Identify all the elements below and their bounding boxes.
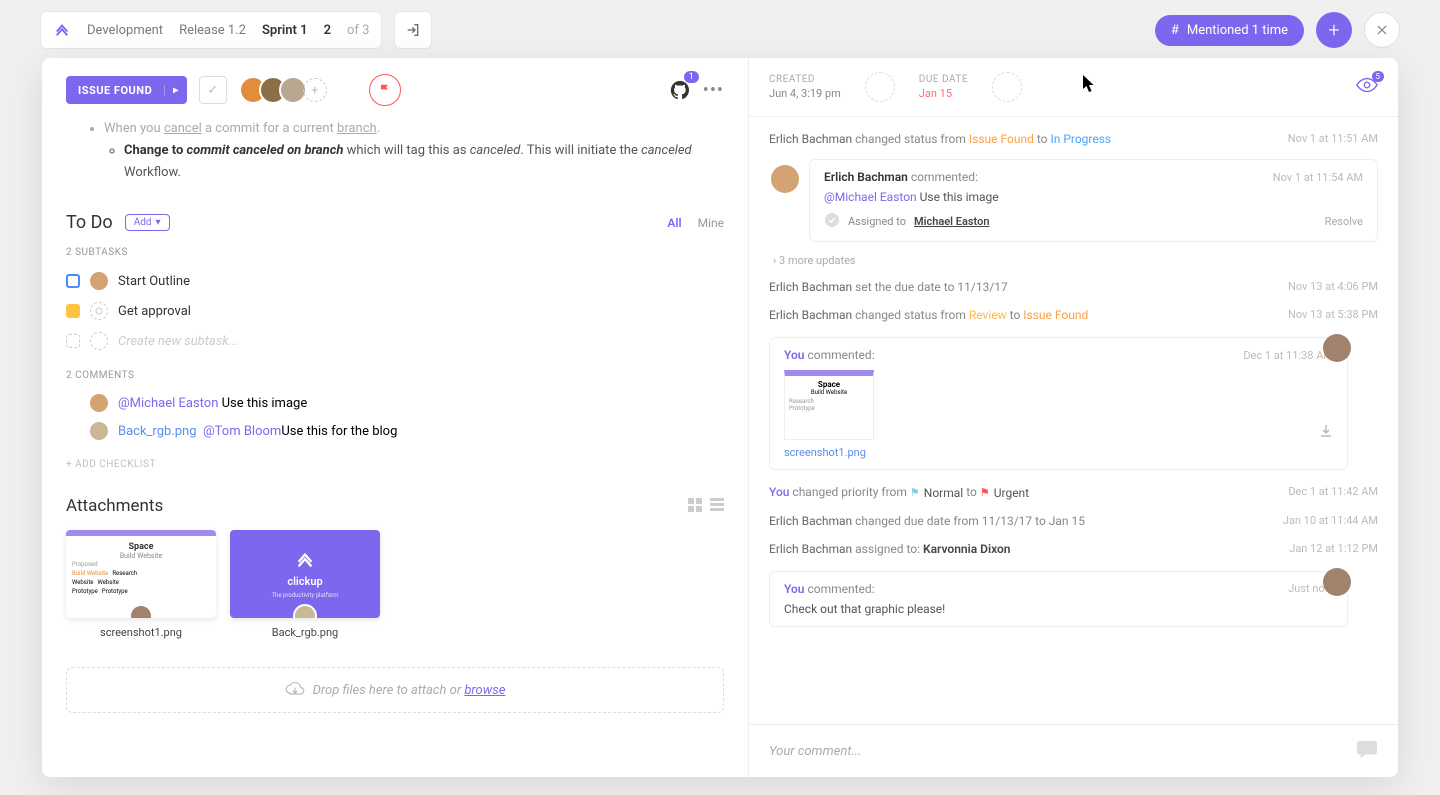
add-assignee-button[interactable]: +	[303, 78, 327, 102]
mention-link[interactable]: @Michael Easton	[824, 190, 917, 204]
activity-row: Erlich Bachman changed status from Issue…	[769, 125, 1378, 153]
send-comment-icon[interactable]	[1356, 739, 1378, 763]
comment-input-row[interactable]: Your comment...	[749, 724, 1398, 777]
priority-flag-button[interactable]	[369, 74, 401, 106]
filter-all-tab[interactable]: All	[667, 216, 681, 230]
activity-comment[interactable]: You commented: Dec 1 at 11:38 AM Space B…	[769, 337, 1348, 470]
assignee-avatars[interactable]: +	[247, 76, 327, 104]
subtask-label: Get approval	[118, 304, 191, 319]
attachment-uploader-avatar	[129, 604, 153, 618]
watchers-button[interactable]: 5	[1356, 77, 1378, 97]
status-button[interactable]: ISSUE FOUND ▸	[66, 76, 187, 104]
clickup-logo-icon	[53, 21, 71, 39]
more-menu-icon[interactable]: •••	[703, 80, 724, 101]
activity-row: Erlich Bachman set the due date to 11/13…	[769, 273, 1378, 301]
attachment-card[interactable]: Space Build Website Proposed Build Websi…	[66, 530, 216, 639]
task-modal: ISSUE FOUND ▸ ✓ + 1 •••	[42, 58, 1398, 777]
more-updates-toggle[interactable]: › 3 more updates	[769, 248, 1378, 273]
add-button[interactable]: +	[1316, 12, 1352, 48]
breadcrumb-space[interactable]: Development	[87, 23, 163, 38]
breadcrumb-index: 2	[324, 23, 331, 38]
file-link[interactable]: screenshot1.png	[784, 446, 866, 459]
comment-row[interactable]: Back_rgb.png @Tom BloomUse this for the …	[66, 417, 724, 445]
activity-comment[interactable]: Erlich Bachman commented: Nov 1 at 11:54…	[809, 159, 1378, 242]
subtasks-heading: 2 SUBTASKS	[66, 247, 724, 258]
subtask-status-icon[interactable]	[66, 274, 80, 288]
new-subtask-input[interactable]: Create new subtask...	[66, 326, 724, 356]
activity-row: Erlich Bachman assigned to: Karvonnia Di…	[769, 535, 1378, 563]
breadcrumb-total: of 3	[347, 23, 369, 38]
new-subtask-assignee-icon	[90, 332, 108, 350]
complete-checkbox[interactable]: ✓	[199, 76, 227, 104]
resolve-button[interactable]: Resolve	[1325, 215, 1363, 228]
attachment-name: screenshot1.png	[66, 626, 216, 639]
meta-placeholder-icon[interactable]	[992, 72, 1022, 102]
breadcrumb-release[interactable]: Release 1.2	[179, 23, 246, 38]
breadcrumb[interactable]: Development Release 1.2 Sprint 1 2 of 3	[40, 11, 382, 49]
activity-comment[interactable]: You commented: Just now Check out that g…	[769, 571, 1348, 627]
breadcrumb-sprint[interactable]: Sprint 1	[262, 23, 308, 38]
flag-icon: ⚑	[980, 486, 990, 499]
subtask-assignee-avatar[interactable]	[90, 272, 108, 290]
comment-avatar	[1323, 568, 1351, 596]
subtask-row[interactable]: Start Outline	[66, 266, 724, 296]
hash-icon: #	[1171, 23, 1179, 38]
browse-link[interactable]: browse	[464, 683, 505, 698]
github-badge: 1	[684, 71, 699, 83]
assigned-icon	[824, 212, 840, 231]
mentioned-pill[interactable]: # Mentioned 1 time	[1155, 15, 1304, 46]
attachment-card[interactable]: clickup The productivity platform Back_r…	[230, 530, 380, 639]
download-icon[interactable]	[1319, 424, 1333, 441]
subtask-label: Start Outline	[118, 274, 190, 289]
comment-input[interactable]: Your comment...	[769, 744, 1356, 759]
mentioned-label: Mentioned 1 time	[1187, 23, 1288, 38]
mention-link[interactable]: @Tom Bloom	[203, 424, 281, 439]
subtask-assignee-empty-icon[interactable]	[90, 302, 108, 320]
comment-avatar	[90, 394, 108, 412]
list-view-icon[interactable]	[710, 497, 724, 516]
flag-icon: ⚑	[910, 486, 920, 499]
grid-view-icon[interactable]	[688, 497, 702, 516]
due-date-meta[interactable]: DUE DATE Jan 15	[919, 74, 968, 100]
subtask-row[interactable]: Get approval	[66, 296, 724, 326]
todo-title: To Do	[66, 212, 113, 233]
assigned-user-link[interactable]: Michael Easton	[914, 215, 989, 228]
status-label: ISSUE FOUND	[66, 84, 164, 97]
watchers-badge: 5	[1372, 71, 1385, 82]
close-button[interactable]	[1364, 12, 1400, 48]
chevron-down-icon: ▾	[156, 217, 161, 228]
new-subtask-status-icon	[66, 334, 80, 348]
activity-feed[interactable]: Erlich Bachman changed status from Issue…	[749, 117, 1398, 724]
activity-row: You changed priority from ⚑ Normal to ⚑ …	[769, 478, 1378, 507]
github-icon[interactable]: 1	[669, 79, 691, 101]
mention-link[interactable]: @Michael Easton	[118, 396, 218, 411]
created-meta: CREATED Jun 4, 3:19 pm	[769, 74, 841, 100]
comment-row[interactable]: @Michael Easton Use this image	[66, 389, 724, 417]
attachment-name: Back_rgb.png	[230, 626, 380, 639]
subtask-status-icon[interactable]	[66, 304, 80, 318]
status-caret-icon[interactable]: ▸	[164, 85, 187, 96]
filter-mine-tab[interactable]: Mine	[698, 216, 724, 230]
add-checklist-button[interactable]: + ADD CHECKLIST	[66, 459, 724, 470]
comment-avatar	[90, 422, 108, 440]
time-tracked-placeholder-icon[interactable]	[865, 72, 895, 102]
task-left-panel: ISSUE FOUND ▸ ✓ + 1 •••	[42, 58, 748, 777]
activity-row: Erlich Bachman changed due date from 11/…	[769, 507, 1378, 535]
attachment-thumbnail[interactable]: Space Build Website Research Prototype	[784, 370, 874, 440]
activity-row: Erlich Bachman changed status from Revie…	[769, 301, 1378, 329]
file-link[interactable]: Back_rgb.png	[118, 424, 197, 439]
attachment-dropzone[interactable]: Drop files here to attach or browse	[66, 667, 724, 713]
exit-task-button[interactable]	[394, 11, 432, 49]
task-activity-panel: CREATED Jun 4, 3:19 pm DUE DATE Jan 15 5…	[748, 58, 1398, 777]
add-todo-button[interactable]: Add ▾	[125, 214, 170, 231]
comment-avatar	[771, 165, 799, 193]
comments-heading: 2 COMMENTS	[66, 370, 724, 381]
attachment-uploader-avatar	[293, 604, 317, 618]
attachments-title: Attachments	[66, 496, 163, 516]
task-description[interactable]: When you cancel a commit for a current b…	[82, 124, 724, 184]
cursor-icon	[1083, 75, 1097, 97]
comment-avatar	[1323, 334, 1351, 362]
